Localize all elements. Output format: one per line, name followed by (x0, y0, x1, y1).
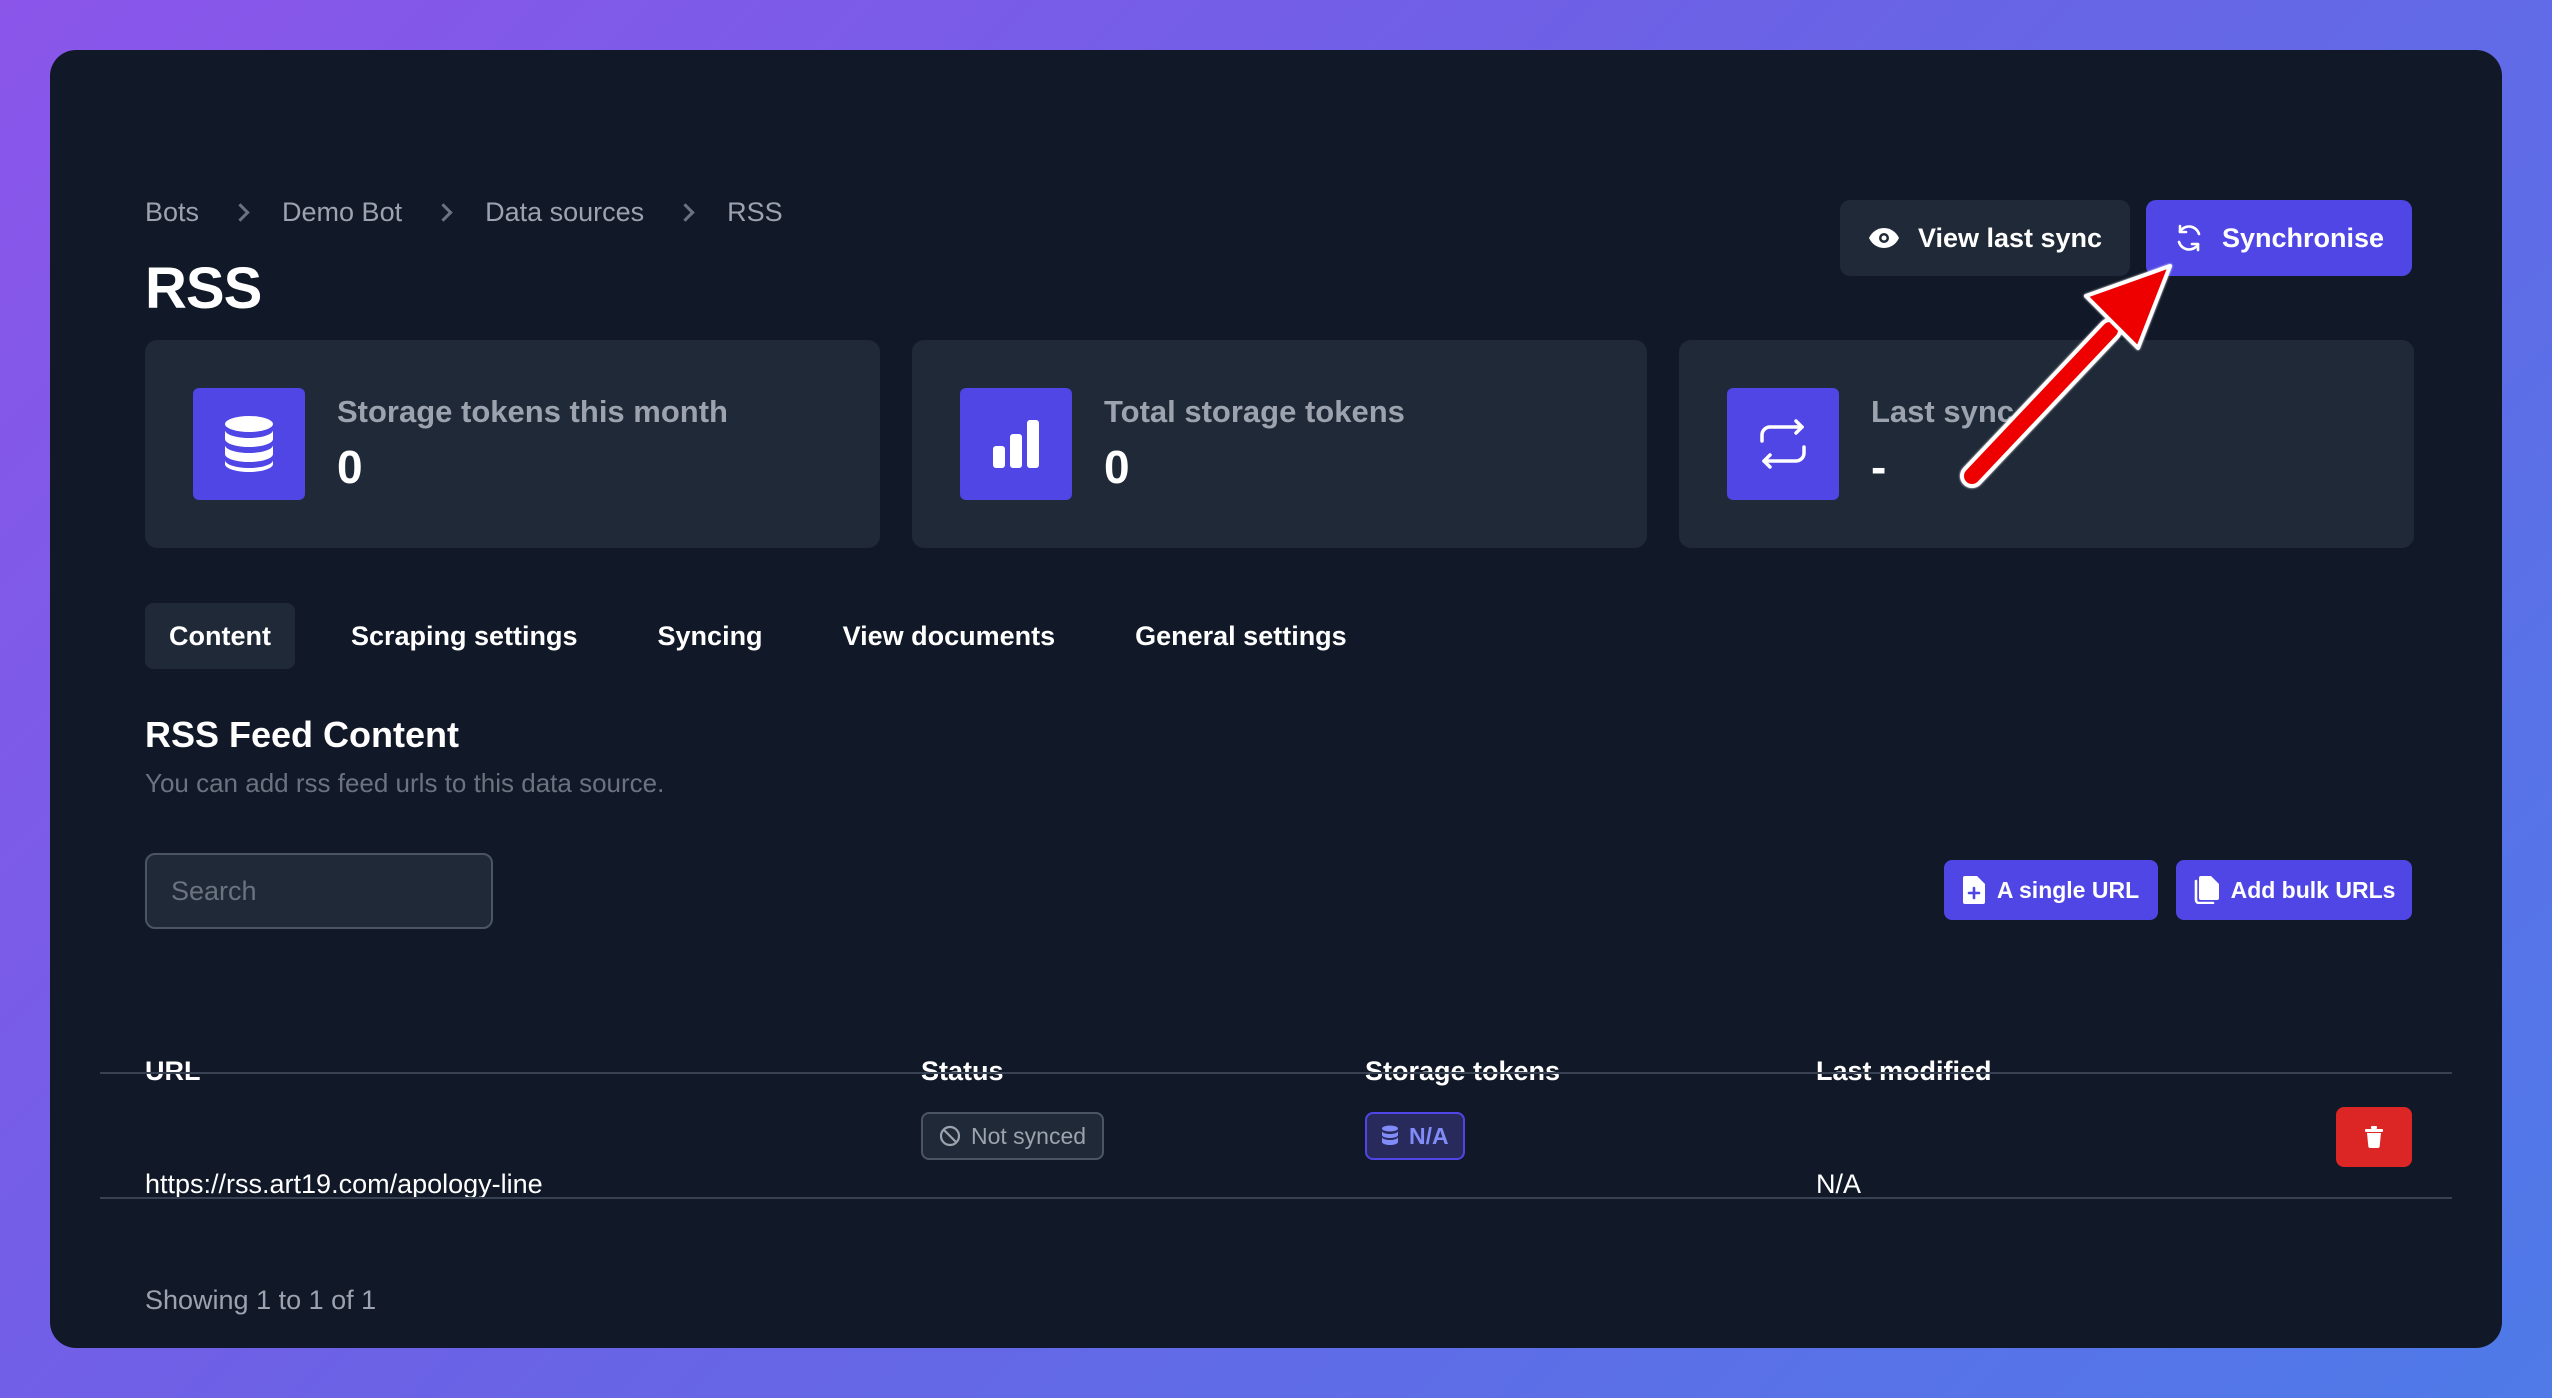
stat-label: Total storage tokens (1104, 394, 1405, 429)
eye-icon (1868, 228, 1899, 248)
delete-button[interactable] (2336, 1107, 2412, 1167)
bulk-urls-label: Add bulk URLs (2230, 876, 2396, 903)
table-row-divider (100, 1197, 2452, 1199)
tab-scraping-settings[interactable]: Scraping settings (327, 603, 602, 669)
synchronise-label: Synchronise (2221, 222, 2385, 253)
breadcrumb: Bots Demo Bot Data sources RSS (145, 197, 783, 228)
stat-card-total-storage: Total storage tokens 0 (912, 340, 1647, 548)
table-header-divider (100, 1072, 2452, 1074)
stat-card-storage-month: Storage tokens this month 0 (145, 340, 880, 548)
database-icon (193, 388, 305, 500)
app-window: Bots Demo Bot Data sources RSS RSS View … (50, 50, 2502, 1348)
pagination-summary: Showing 1 to 1 of 1 (145, 1285, 377, 1315)
tab-syncing[interactable]: Syncing (634, 603, 787, 669)
view-last-sync-label: View last sync (1917, 222, 2103, 253)
page-title: RSS (145, 256, 262, 321)
breadcrumb-item-rss[interactable]: RSS (727, 197, 783, 228)
sync-icon (1727, 388, 1839, 500)
file-plus-icon (1962, 876, 1985, 904)
stat-card-last-sync: Last sync - (1679, 340, 2414, 548)
row-last-modified: N/A (1816, 1169, 1862, 1199)
status-text: Not synced (971, 1122, 1087, 1149)
ban-icon (939, 1125, 961, 1147)
refresh-icon (2177, 224, 2201, 252)
single-url-label: A single URL (1996, 876, 2140, 903)
stat-value: - (1871, 441, 1887, 493)
chevron-right-icon (434, 203, 453, 222)
section-description: You can add rss feed urls to this data s… (145, 768, 665, 798)
add-single-url-button[interactable]: A single URL (1944, 860, 2158, 920)
storage-tokens-text: N/A (1409, 1122, 1449, 1149)
trash-icon (2365, 1126, 2383, 1148)
chevron-right-icon (231, 203, 250, 222)
database-icon (1382, 1125, 1398, 1145)
stat-label: Storage tokens this month (337, 394, 728, 429)
bar-chart-icon (960, 388, 1072, 500)
stat-label: Last sync (1871, 394, 2015, 429)
row-url[interactable]: https://rss.art19.com/apology-line (145, 1169, 543, 1200)
add-bulk-urls-button[interactable]: Add bulk URLs (2176, 860, 2412, 920)
tab-view-documents[interactable]: View documents (819, 603, 1080, 669)
storage-tokens-badge: N/A (1365, 1112, 1465, 1160)
stat-value: 0 (337, 441, 363, 493)
chevron-right-icon (676, 203, 695, 222)
stat-value: 0 (1104, 441, 1130, 493)
tab-content[interactable]: Content (145, 603, 295, 669)
breadcrumb-item-bots[interactable]: Bots (145, 197, 199, 228)
tab-bar: Content Scraping settings Syncing View d… (145, 603, 1403, 669)
synchronise-button[interactable]: Synchronise (2146, 200, 2412, 276)
status-badge: Not synced (921, 1112, 1105, 1160)
files-icon (2194, 876, 2219, 904)
section-title: RSS Feed Content (145, 714, 460, 755)
view-last-sync-button[interactable]: View last sync (1840, 200, 2130, 276)
tab-general-settings[interactable]: General settings (1111, 603, 1371, 669)
breadcrumb-item-demo-bot[interactable]: Demo Bot (282, 197, 402, 228)
breadcrumb-item-data-sources[interactable]: Data sources (485, 197, 644, 228)
search-input[interactable] (145, 853, 493, 929)
